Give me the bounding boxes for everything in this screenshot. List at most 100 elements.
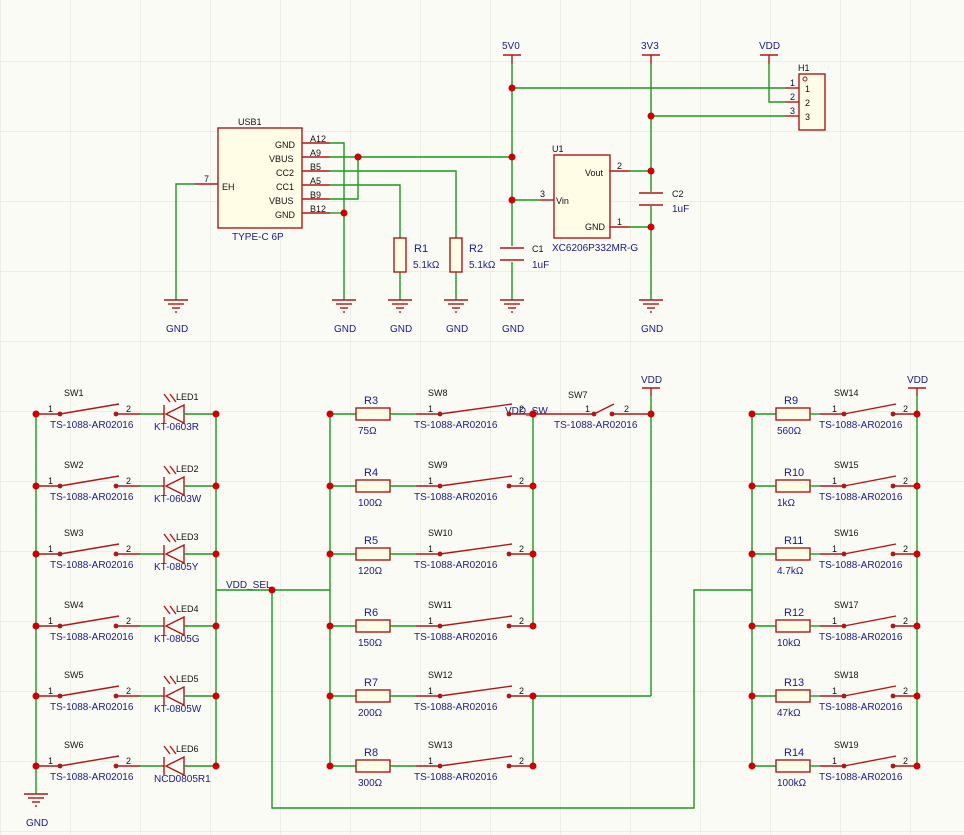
resistor-body bbox=[775, 407, 811, 421]
resistor-body bbox=[355, 547, 391, 561]
switch-ref: SW17 bbox=[834, 600, 859, 610]
led-value: KT-0805G bbox=[154, 634, 200, 645]
switch-part: TS-1088-AR02016 bbox=[50, 702, 134, 713]
resistor-body bbox=[355, 479, 391, 493]
svg-text:R2: R2 bbox=[469, 243, 483, 255]
ground-label: GND bbox=[446, 324, 468, 335]
switch-part: TS-1088-AR02016 bbox=[414, 492, 498, 503]
ground-label: GND bbox=[390, 324, 412, 335]
svg-text:1: 1 bbox=[790, 78, 795, 88]
ground-label: GND bbox=[166, 324, 188, 335]
resistor-ref: R10 bbox=[784, 467, 804, 479]
svg-text:3: 3 bbox=[790, 106, 795, 116]
switch-part: TS-1088-AR02016 bbox=[819, 560, 903, 571]
svg-text:R1: R1 bbox=[414, 243, 428, 255]
svg-text:1: 1 bbox=[48, 544, 53, 554]
led-value: KT-0603W bbox=[154, 494, 202, 505]
net-vdd-sel: VDD_SEL bbox=[226, 580, 272, 591]
svg-text:1: 1 bbox=[428, 616, 433, 626]
switch-part: TS-1088-AR02016 bbox=[414, 772, 498, 783]
svg-text:2: 2 bbox=[126, 686, 131, 696]
resistor-value: 150Ω bbox=[358, 638, 383, 649]
net-vdd-sw: VDD_SW bbox=[505, 406, 548, 417]
svg-text:2: 2 bbox=[519, 616, 524, 626]
svg-text:1: 1 bbox=[832, 404, 837, 414]
svg-text:2: 2 bbox=[903, 544, 908, 554]
svg-text:1: 1 bbox=[585, 404, 590, 414]
switch-ref: SW18 bbox=[834, 670, 859, 680]
resistor-value: 120Ω bbox=[358, 566, 383, 577]
led-value: KT-0805Y bbox=[154, 562, 199, 573]
svg-text:1: 1 bbox=[832, 756, 837, 766]
svg-text:VBUS: VBUS bbox=[269, 154, 294, 164]
switch-ref: SW12 bbox=[428, 670, 453, 680]
usb-value: TYPE-C 6P bbox=[232, 232, 284, 243]
switch-ref: SW2 bbox=[64, 460, 84, 470]
switch-part: TS-1088-AR02016 bbox=[50, 560, 134, 571]
svg-text:1: 1 bbox=[428, 686, 433, 696]
resistor-ref: R13 bbox=[784, 677, 804, 689]
svg-text:VDD: VDD bbox=[641, 375, 662, 386]
switch-part: TS-1088-AR02016 bbox=[414, 632, 498, 643]
resistor-value: 1kΩ bbox=[777, 498, 796, 509]
resistor-body bbox=[775, 689, 811, 703]
svg-text:2: 2 bbox=[805, 98, 810, 108]
led-value: KT-0805W bbox=[154, 704, 202, 715]
switch-ref: SW6 bbox=[64, 740, 84, 750]
resistor-ref: R14 bbox=[784, 747, 804, 759]
svg-text:2: 2 bbox=[519, 476, 524, 486]
svg-text:2: 2 bbox=[790, 92, 795, 102]
resistor-value: 300Ω bbox=[358, 778, 383, 789]
switch-part: TS-1088-AR02016 bbox=[414, 420, 498, 431]
switch-ref: SW16 bbox=[834, 528, 859, 538]
ground-label: GND bbox=[641, 324, 663, 335]
svg-text:2: 2 bbox=[903, 686, 908, 696]
svg-text:3: 3 bbox=[540, 189, 545, 199]
svg-text:SW7: SW7 bbox=[568, 390, 588, 400]
led-ref: LED5 bbox=[176, 674, 199, 684]
resistor-value: 200Ω bbox=[358, 708, 383, 719]
resistor-value: 560Ω bbox=[777, 426, 802, 437]
switch-ref: SW5 bbox=[64, 670, 84, 680]
resistor-value: 10kΩ bbox=[777, 638, 801, 649]
ground-label: GND bbox=[334, 324, 356, 335]
usb-ref: USB1 bbox=[238, 117, 262, 127]
switch-ref: SW11 bbox=[428, 600, 452, 610]
switch-ref: SW3 bbox=[64, 528, 84, 538]
svg-text:1uF: 1uF bbox=[532, 260, 549, 271]
led-ref: LED1 bbox=[176, 392, 199, 402]
resistor-ref: R7 bbox=[364, 677, 378, 689]
switch-ref: SW9 bbox=[428, 460, 448, 470]
svg-text:1: 1 bbox=[832, 686, 837, 696]
svg-text:VBUS: VBUS bbox=[269, 196, 294, 206]
resistor-body bbox=[355, 689, 391, 703]
usb-eh-pin: 7 bbox=[204, 174, 209, 184]
resistor-ref: R8 bbox=[364, 747, 378, 759]
resistor-value: 4.7kΩ bbox=[777, 566, 804, 577]
svg-text:1uF: 1uF bbox=[672, 204, 689, 215]
svg-text:1: 1 bbox=[832, 616, 837, 626]
switch-part: TS-1088-AR02016 bbox=[50, 420, 134, 431]
resistor-body bbox=[355, 407, 391, 421]
svg-text:2: 2 bbox=[519, 404, 524, 414]
svg-text:C2: C2 bbox=[672, 189, 684, 199]
svg-text:H1: H1 bbox=[798, 63, 810, 73]
led-ref: LED3 bbox=[176, 532, 199, 542]
svg-text:1: 1 bbox=[48, 476, 53, 486]
switch-part: TS-1088-AR02016 bbox=[50, 632, 134, 643]
led-value: KT-0603R bbox=[154, 422, 199, 433]
switch-ref: SW14 bbox=[834, 388, 859, 398]
led-ref: LED6 bbox=[176, 744, 199, 754]
svg-text:2: 2 bbox=[624, 404, 629, 414]
svg-text:2: 2 bbox=[617, 161, 622, 171]
resistor-ref: R9 bbox=[784, 395, 798, 407]
svg-text:TS-1088-AR02016: TS-1088-AR02016 bbox=[554, 420, 638, 431]
svg-text:GND: GND bbox=[275, 140, 296, 150]
switch-ref: SW4 bbox=[64, 600, 84, 610]
svg-text:2: 2 bbox=[126, 404, 131, 414]
usb-eh-label: EH bbox=[222, 182, 235, 192]
switch-part: TS-1088-AR02016 bbox=[50, 492, 134, 503]
svg-text:U1: U1 bbox=[552, 144, 564, 154]
svg-text:Vin: Vin bbox=[556, 196, 569, 206]
svg-text:1: 1 bbox=[48, 404, 53, 414]
